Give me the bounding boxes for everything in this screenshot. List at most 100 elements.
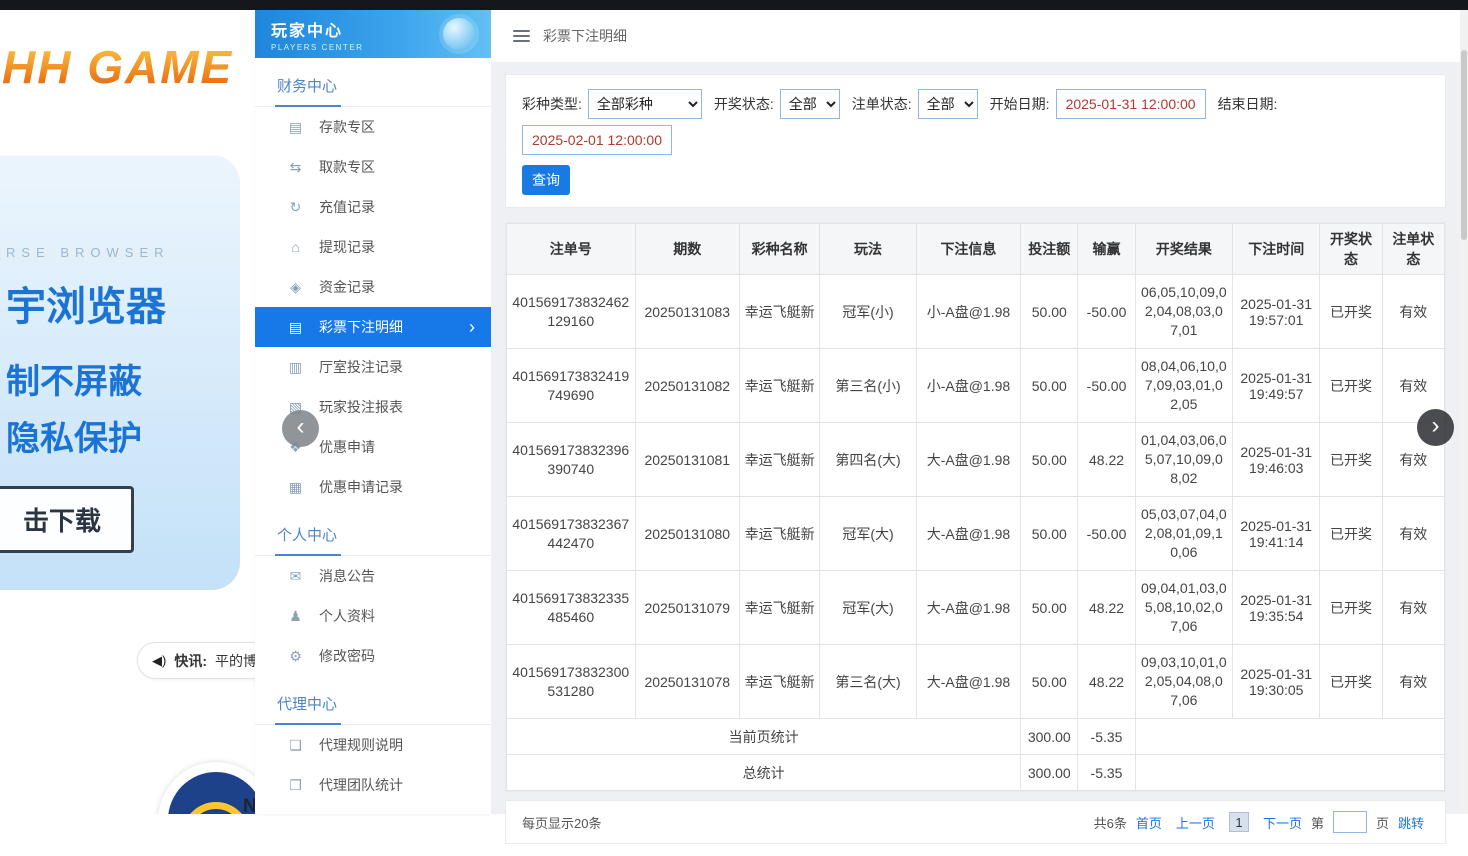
recharge-record-icon: ↻ xyxy=(287,199,304,216)
sidebar-item[interactable]: ↻ 充值记录 xyxy=(255,187,491,227)
table-cell: 幸运飞艇新 xyxy=(739,349,819,423)
table-cell: 已开奖 xyxy=(1320,571,1382,645)
sidebar-item-label: 玩家投注报表 xyxy=(319,397,403,417)
table-cell: 大-A盘@1.98 xyxy=(916,423,1020,497)
table-cell: 2025-01-31 19:41:14 xyxy=(1233,497,1320,571)
draw-status-select[interactable]: 全部 xyxy=(780,89,840,119)
lottery-type-select[interactable]: 全部彩种 xyxy=(588,89,702,119)
next-page-link[interactable]: 下一页 xyxy=(1263,813,1302,832)
table-cell: 2025-01-31 19:57:01 xyxy=(1233,275,1320,349)
jump-prefix-text: 第 xyxy=(1311,813,1324,832)
banner-line1: 宇浏览器 xyxy=(6,274,236,332)
sidebar-item[interactable]: ✉ 消息公告 xyxy=(255,556,491,596)
sidebar-item-label: 消息公告 xyxy=(319,566,375,586)
table-cell: 幸运飞艇新 xyxy=(739,497,819,571)
table-cell: 大-A盘@1.98 xyxy=(916,497,1020,571)
column-header: 玩法 xyxy=(820,224,916,275)
table-cell: 401569173832300531280 xyxy=(507,645,636,719)
sidebar-header: 玩家中心 PLAYERS CENTER xyxy=(255,10,491,58)
main-panel: 彩票下注明细 彩种类型: 全部彩种 开奖状态: 全部 注单状态: 全部 开始日期… xyxy=(491,10,1460,814)
table-row: 40156917383230053128020250131078幸运飞艇新第三名… xyxy=(507,645,1445,719)
start-date-input[interactable] xyxy=(1056,89,1206,119)
table-cell: -50.00 xyxy=(1078,349,1135,423)
table-cell: 50.00 xyxy=(1021,645,1078,719)
jump-button[interactable]: 跳转 xyxy=(1398,813,1424,832)
table-cell: 50.00 xyxy=(1021,275,1078,349)
sidebar-item[interactable]: ◈资金记录 xyxy=(255,267,491,307)
draw-status-label: 开奖状态: xyxy=(714,94,774,114)
current-page-indicator[interactable]: 1 xyxy=(1229,812,1249,832)
top-dark-bar xyxy=(0,0,1468,10)
sidebar-item[interactable]: ▤存款专区 xyxy=(255,107,491,147)
news-ticker: ◀) 快讯: 平的博 xyxy=(137,642,255,679)
prev-page-link[interactable]: 上一页 xyxy=(1176,813,1215,832)
table-cell: 第四名(大) xyxy=(820,423,916,497)
sidebar-item-label: 充值记录 xyxy=(319,197,375,217)
table-cell: 09,04,01,03,05,08,10,02,07,06 xyxy=(1135,571,1232,645)
sidebar-item[interactable]: ⇆取款专区 xyxy=(255,147,491,187)
table-cell: 48.22 xyxy=(1078,423,1135,497)
search-button[interactable]: 查询 xyxy=(522,165,570,195)
summary-bet-total: 300.00 xyxy=(1021,755,1078,791)
table-cell: -50.00 xyxy=(1078,275,1135,349)
carousel-left-chevron-icon[interactable]: ‹ xyxy=(282,410,319,447)
carousel-right-chevron-icon[interactable]: › xyxy=(1417,409,1454,446)
main-header: 彩票下注明细 xyxy=(491,10,1460,62)
first-page-link[interactable]: 首页 xyxy=(1136,813,1162,832)
promo-banner: RSE BROWSER 宇浏览器 制不屏蔽 隐私保护 击下载 xyxy=(0,155,240,590)
table-cell: 幸运飞艇新 xyxy=(739,423,819,497)
bet-table-card: 注单号期数彩种名称玩法下注信息投注额输赢开奖结果下注时间开奖状态注单状态 401… xyxy=(505,222,1446,792)
sidebar-item[interactable]: ▥厅室投注记录 xyxy=(255,347,491,387)
page-scrollbar[interactable] xyxy=(1460,10,1468,814)
sidebar-item-label: 个人资料 xyxy=(319,606,375,626)
menu-toggle-icon[interactable] xyxy=(513,27,530,45)
summary-row: 当前页统计300.00-5.35 xyxy=(507,719,1445,755)
column-header: 输赢 xyxy=(1078,224,1135,275)
column-header: 开奖结果 xyxy=(1135,224,1232,275)
sidebar-item[interactable]: ♟个人资料 xyxy=(255,596,491,636)
bet-table: 注单号期数彩种名称玩法下注信息投注额输赢开奖结果下注时间开奖状态注单状态 401… xyxy=(506,223,1445,791)
table-row: 40156917383246212916020250131083幸运飞艇新冠军(… xyxy=(507,275,1445,349)
download-button[interactable]: 击下载 xyxy=(0,486,134,553)
column-header: 注单状态 xyxy=(1382,224,1444,275)
table-cell: 20250131080 xyxy=(635,497,739,571)
scrollbar-thumb[interactable] xyxy=(1461,50,1467,240)
sidebar-item[interactable]: ⚙修改密码 xyxy=(255,636,491,676)
end-date-input[interactable] xyxy=(522,125,672,155)
lottery-bet-detail-icon: ▤ xyxy=(287,319,304,336)
hall-bet-record-icon: ▥ xyxy=(287,359,304,376)
table-cell: 50.00 xyxy=(1021,423,1078,497)
table-cell: 有效 xyxy=(1382,275,1444,349)
withdraw-record-icon: ⌂ xyxy=(287,239,304,255)
table-cell: 2025-01-31 19:49:57 xyxy=(1233,349,1320,423)
table-cell: 已开奖 xyxy=(1320,497,1382,571)
table-cell: 01,04,03,06,05,07,10,09,08,02 xyxy=(1135,423,1232,497)
table-cell: 20250131081 xyxy=(635,423,739,497)
sidebar-item-label: 存款专区 xyxy=(319,117,375,137)
ball-decoration-icon xyxy=(443,18,475,50)
end-date-label: 结束日期: xyxy=(1218,94,1278,114)
sidebar-item[interactable]: ⌂提现记录 xyxy=(255,227,491,267)
table-cell: 已开奖 xyxy=(1320,275,1382,349)
page-size-text: 每页显示20条 xyxy=(522,813,601,832)
summary-row: 总统计300.00-5.35 xyxy=(507,755,1445,791)
sidebar-item[interactable]: ▦优惠申请记录 xyxy=(255,467,491,507)
message-bell-icon: ✉ xyxy=(287,568,304,585)
sidebar-item-label: 优惠申请记录 xyxy=(319,477,403,497)
table-cell: 401569173832419749690 xyxy=(507,349,636,423)
background-page: HH GAME RSE BROWSER 宇浏览器 制不屏蔽 隐私保护 击下载 ◀… xyxy=(0,10,255,814)
team-logo xyxy=(158,762,255,814)
summary-label: 总统计 xyxy=(507,755,1021,791)
sidebar-item-label: 资金记录 xyxy=(319,277,375,297)
table-row: 40156917383236744247020250131080幸运飞艇新冠军(… xyxy=(507,497,1445,571)
order-status-select[interactable]: 全部 xyxy=(918,89,978,119)
table-cell: 20250131078 xyxy=(635,645,739,719)
sidebar-subtitle: PLAYERS CENTER xyxy=(271,43,475,52)
sidebar-item[interactable]: ❏代理规则说明 xyxy=(255,725,491,765)
sidebar-item[interactable]: ❐代理团队统计 xyxy=(255,765,491,805)
table-cell: 大-A盘@1.98 xyxy=(916,645,1020,719)
table-cell: 幸运飞艇新 xyxy=(739,645,819,719)
page-jump-input[interactable] xyxy=(1333,811,1367,833)
sidebar-item-label: 优惠申请 xyxy=(319,437,375,457)
sidebar-item[interactable]: ▤彩票下注明细› xyxy=(255,307,491,347)
